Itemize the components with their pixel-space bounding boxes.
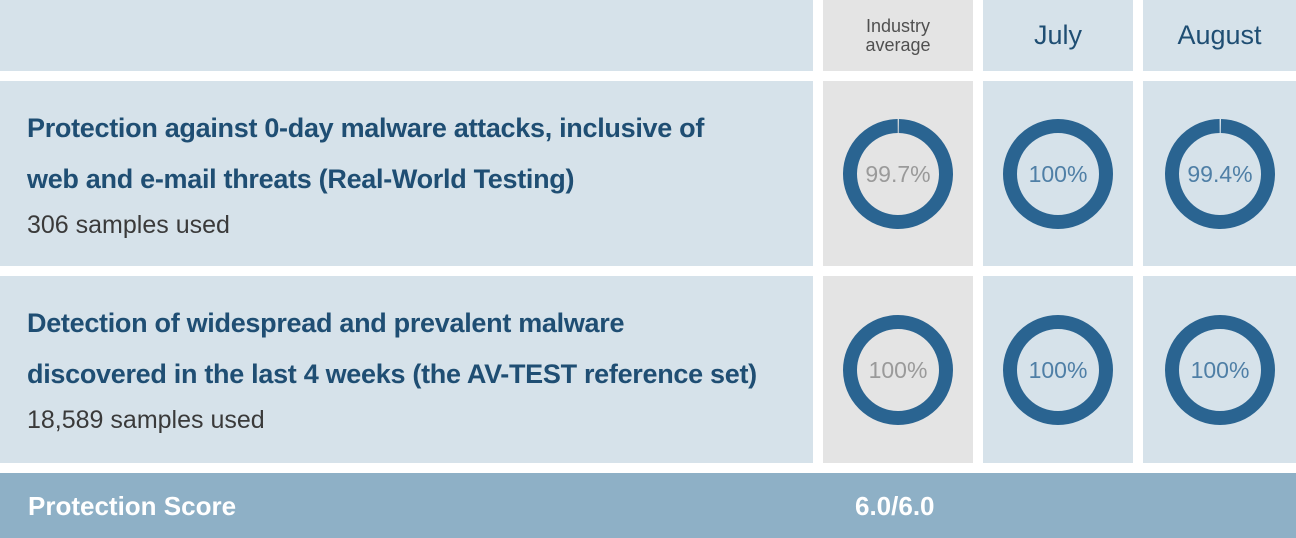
- donut-value-label: 100%: [1029, 161, 1088, 187]
- header-industry-average: Industry average: [823, 0, 973, 71]
- donut-chart: 100%: [1003, 314, 1113, 425]
- row-label-reference-set: Detection of widespread and prevalent ma…: [0, 276, 813, 463]
- donut-chart: 100%: [1164, 314, 1275, 425]
- ring-cell: 100%: [983, 81, 1133, 266]
- ring-cell: 99.4%: [1143, 81, 1296, 266]
- donut-value-label: 99.4%: [1187, 161, 1252, 187]
- header-august: August: [1143, 0, 1296, 71]
- protection-score-value: 6.0/6.0: [855, 491, 935, 521]
- row-title-line2: discovered in the last 4 weeks (the AV-T…: [27, 359, 757, 389]
- row-title-line2: web and e-mail threats (Real-World Testi…: [27, 164, 575, 194]
- ring-cell: 100%: [983, 276, 1133, 463]
- header-industry-line2: average: [865, 34, 931, 55]
- header-industry-line1: Industry: [865, 15, 931, 36]
- protection-score-label: Protection Score: [28, 491, 237, 521]
- ring-cell: 99.7%: [823, 81, 973, 266]
- row-title-line1: Detection of widespread and prevalent ma…: [27, 308, 625, 338]
- donut-chart: 99.7%: [843, 118, 953, 229]
- donut-value-label: 99.7%: [865, 161, 930, 187]
- ring-cell: 100%: [823, 276, 973, 463]
- header-label-cell: [0, 0, 813, 71]
- donut-value-label: 100%: [1190, 357, 1249, 383]
- row-label-realworld: Protection against 0-day malware attacks…: [0, 81, 813, 266]
- donut-chart: 100%: [843, 314, 953, 425]
- donut-chart: 99.4%: [1164, 118, 1275, 229]
- row-samples: 306 samples used: [27, 211, 230, 239]
- row-title-line1: Protection against 0-day malware attacks…: [27, 113, 705, 143]
- donut-value-label: 100%: [1029, 357, 1088, 383]
- donut-value-label: 100%: [869, 357, 928, 383]
- ring-cell: 100%: [1143, 276, 1296, 463]
- donut-chart: 100%: [1003, 118, 1113, 229]
- header-july: July: [983, 0, 1133, 71]
- row-samples: 18,589 samples used: [27, 406, 265, 434]
- protection-score-bar: Protection Score 6.0/6.0: [0, 473, 1296, 538]
